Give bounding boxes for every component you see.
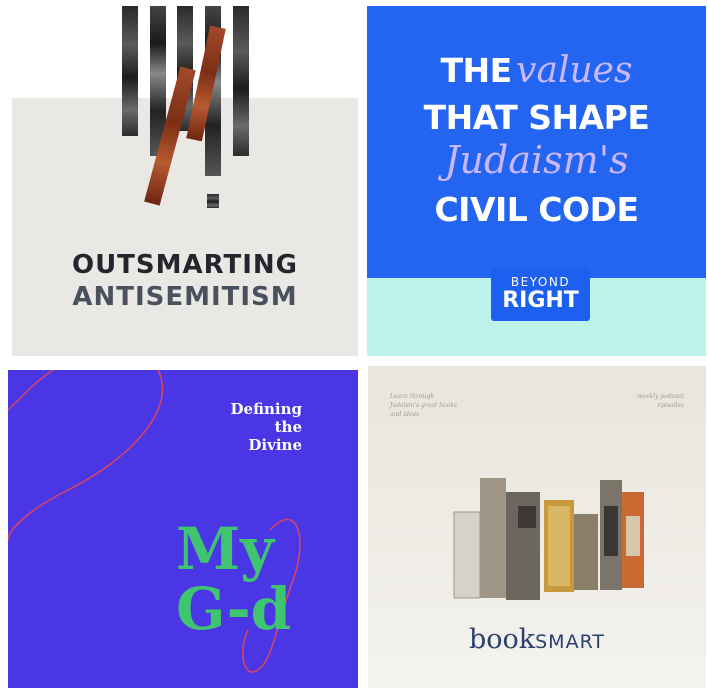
title-line-1: THE values <box>367 50 706 91</box>
tile-subtitle: Defining the Divine <box>182 400 302 454</box>
subtitle-line: Divine <box>248 436 302 454</box>
photo-strip <box>122 6 138 136</box>
title-word-the: THE <box>440 51 513 90</box>
title-gd: G-d <box>176 575 292 643</box>
title-line-2: THAT SHAPE <box>423 98 650 137</box>
title-line-3: Judaism's <box>444 138 629 182</box>
badge-top: BEYOND <box>510 275 571 289</box>
title-line-4: CIVIL CODE <box>434 190 639 229</box>
podcast-tile-beyond-right[interactable]: THE values THAT SHAPE Judaism's CIVIL CO… <box>367 6 706 356</box>
logo-book: book <box>468 624 536 655</box>
podcast-tile-my-gd[interactable]: Defining the Divine My G-d <box>8 370 358 688</box>
logo-smart: SMART <box>535 631 606 653</box>
subtitle-line: the <box>274 418 302 436</box>
badge-bottom: RIGHT <box>502 288 579 313</box>
title-my: My <box>176 515 274 583</box>
subtitle-line: Defining <box>230 400 302 418</box>
photo-fragment <box>207 194 219 208</box>
tile-title-line-1: OUTSMARTING <box>71 250 299 280</box>
book-smart-logo: bookSMART <box>368 624 706 655</box>
podcast-tile-outsmarting-antisemitism[interactable]: OUTSMARTING ANTISEMITISM <box>12 6 358 356</box>
podcast-tile-book-smart[interactable]: Learn through Judaism's great books and … <box>368 366 706 688</box>
tile-title-line-2: ANTISEMITISM <box>72 282 298 312</box>
photo-strip <box>233 6 249 156</box>
beyond-right-badge: BEYOND RIGHT <box>491 268 590 321</box>
title-word-values: values <box>516 50 633 91</box>
